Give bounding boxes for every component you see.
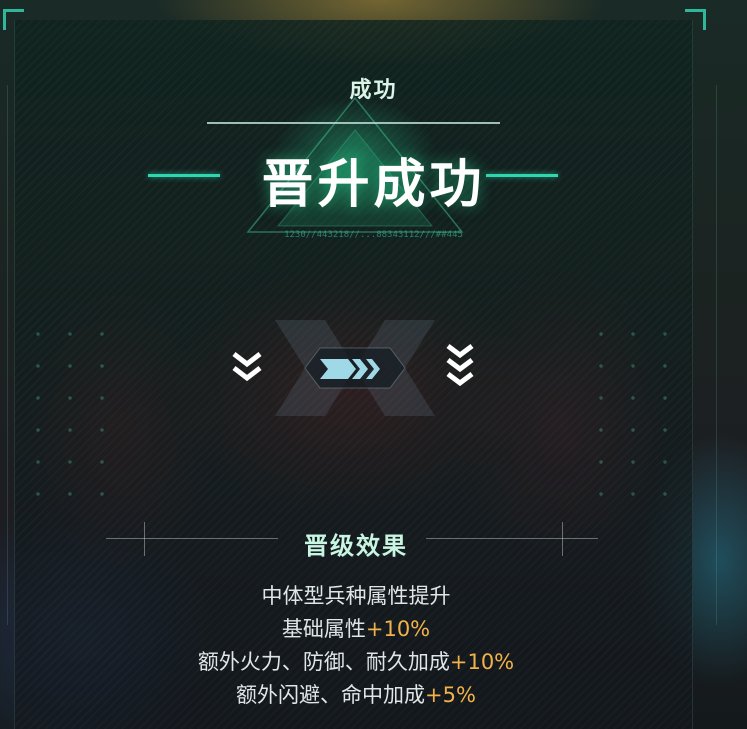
- effect-line: 额外闪避、命中加成+5%: [236, 683, 476, 707]
- triple-chevron-right-icon: [320, 359, 380, 379]
- subtitle: 成功: [349, 77, 398, 103]
- dot-grid-right: [585, 318, 695, 508]
- bonus-value: +5%: [425, 683, 476, 707]
- bonus-value: +10%: [365, 617, 431, 641]
- effect-line: 基础属性+10%: [281, 617, 431, 641]
- double-chevron-down-icon: [232, 352, 262, 382]
- corner-bracket-top-left: [3, 9, 24, 30]
- page-title: 晋升成功: [261, 154, 486, 215]
- subtitle-underline: [207, 122, 500, 124]
- bonus-value: +10%: [449, 650, 515, 674]
- effect-line: 额外火力、防御、耐久加成+10%: [197, 650, 515, 674]
- effects-title: 晋级效果: [304, 531, 408, 560]
- dot-grid-left: [22, 318, 132, 508]
- effect-line: 中体型兵种属性提升: [261, 584, 451, 608]
- effects-list: 中体型兵种属性提升 基础属性+10% 额外火力、防御、耐久加成+10% 额外闪避…: [0, 580, 712, 712]
- code-caption: 1230//443218//...88343112///##445: [284, 230, 463, 240]
- triple-chevron-down-icon: [446, 344, 474, 387]
- corner-bracket-top-right: [685, 9, 706, 30]
